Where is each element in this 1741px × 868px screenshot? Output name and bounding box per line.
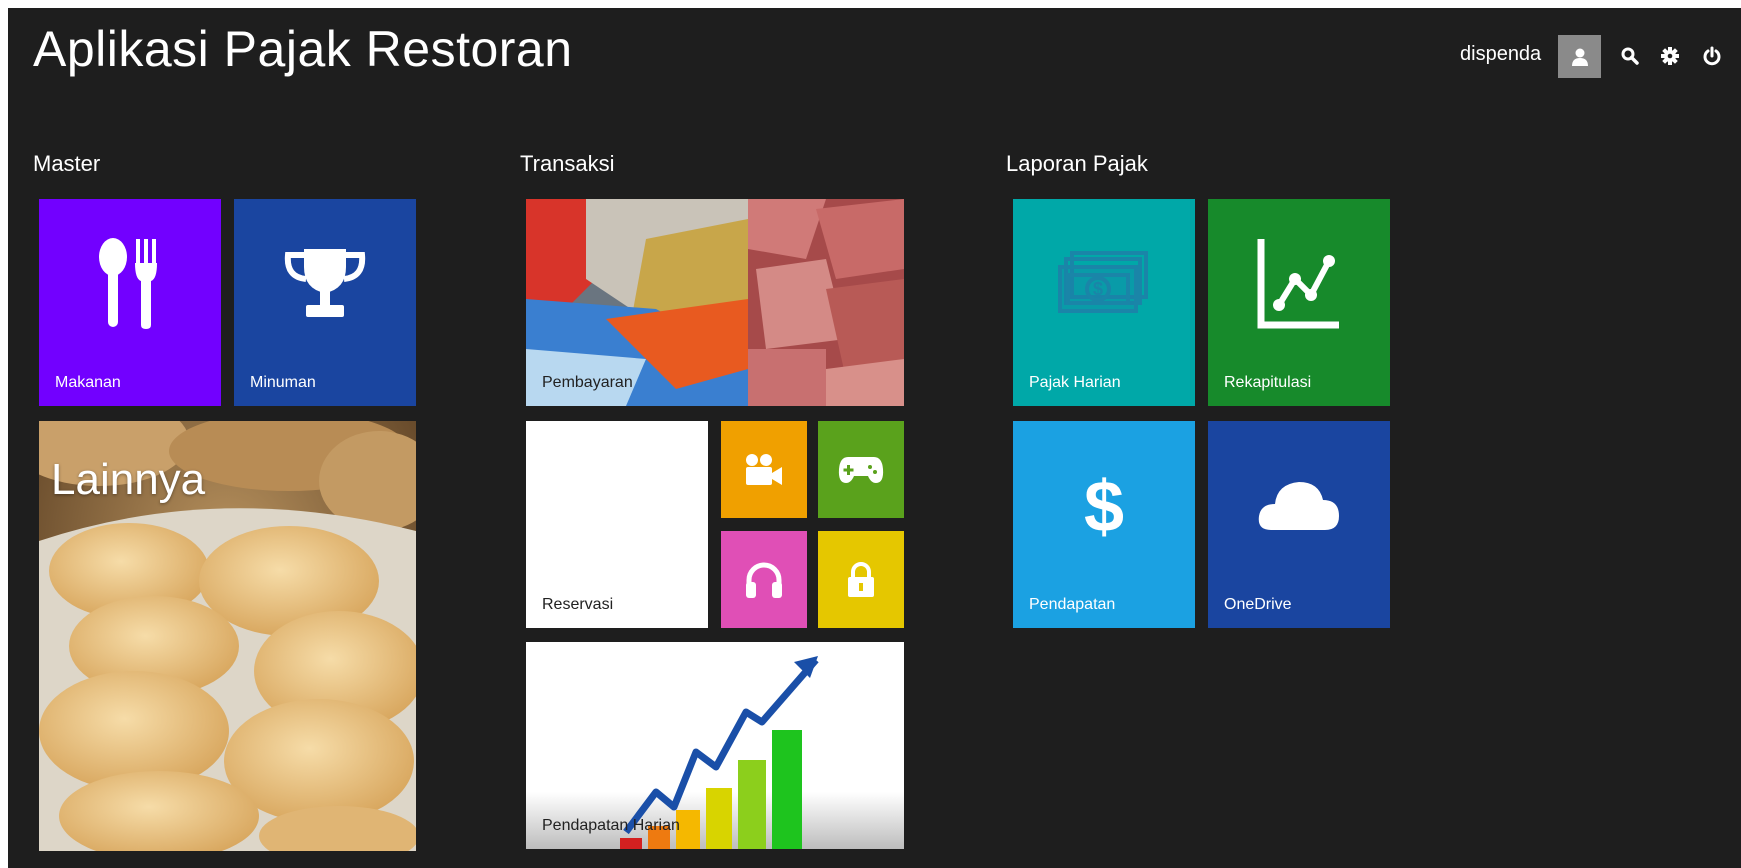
svg-text:$: $ <box>1093 279 1103 299</box>
tile-label-pendapatan-harian: Pendapatan Harian <box>542 817 680 834</box>
power-icon <box>1702 46 1722 66</box>
headphones-icon <box>721 531 807 628</box>
tile-games[interactable] <box>818 421 904 518</box>
search-button[interactable] <box>1612 38 1648 74</box>
video-camera-icon <box>721 421 807 518</box>
tile-label-minuman: Minuman <box>250 374 316 391</box>
tile-minuman[interactable]: Minuman <box>234 199 416 406</box>
svg-text:$: $ <box>1084 467 1124 545</box>
tile-label-pajak-harian: Pajak Harian <box>1029 374 1121 391</box>
tile-label-reservasi: Reservasi <box>542 596 614 613</box>
tile-label-makanan: Makanan <box>55 374 121 391</box>
tile-label-rekapitulasi: Rekapitulasi <box>1224 374 1312 391</box>
tile-reservasi[interactable]: Reservasi <box>526 421 708 628</box>
user-icon <box>1558 35 1601 78</box>
tile-pendapatan-harian[interactable]: Pendapatan Harian <box>526 642 904 849</box>
tile-lock[interactable] <box>818 531 904 628</box>
tile-label-onedrive: OneDrive <box>1224 596 1292 613</box>
tile-rekapitulasi[interactable]: Rekapitulasi <box>1208 199 1390 406</box>
tile-onedrive[interactable]: OneDrive <box>1208 421 1390 628</box>
group-title-transaksi: Transaksi <box>520 151 615 176</box>
tile-pajak-harian[interactable]: $ Pajak Harian <box>1013 199 1195 406</box>
start-screen: Aplikasi Pajak Restoran dispenda Master … <box>8 8 1741 868</box>
fork-spoon-icon <box>39 199 221 366</box>
group-title-master: Master <box>33 151 101 176</box>
settings-button[interactable] <box>1652 38 1688 74</box>
tile-music[interactable] <box>721 531 807 628</box>
tile-label-pendapatan: Pendapatan <box>1029 596 1116 613</box>
tile-pendapatan[interactable]: $ Pendapatan <box>1013 421 1195 628</box>
tile-pembayaran[interactable]: Pembayaran <box>526 199 904 406</box>
money-icon: $ <box>1013 199 1195 366</box>
user-name[interactable]: dispenda <box>1460 43 1541 66</box>
tile-label-pembayaran: Pembayaran <box>542 374 633 391</box>
tile-makanan[interactable]: Makanan <box>39 199 221 406</box>
lock-icon <box>818 531 904 628</box>
avatar[interactable] <box>1558 35 1601 78</box>
app-title: Aplikasi Pajak Restoran <box>33 21 573 77</box>
search-icon <box>1620 46 1640 66</box>
tile-label-lainnya: Lainnya <box>51 455 206 504</box>
group-title-laporan: Laporan Pajak <box>1006 151 1148 176</box>
trophy-icon <box>234 199 416 366</box>
power-button[interactable] <box>1694 38 1730 74</box>
dollar-icon: $ <box>1013 421 1195 588</box>
tile-lainnya[interactable]: Lainnya <box>39 421 416 851</box>
tile-video[interactable] <box>721 421 807 518</box>
cloud-icon <box>1208 421 1390 588</box>
line-chart-icon <box>1208 199 1390 366</box>
gear-icon <box>1660 46 1680 66</box>
gamepad-icon <box>818 421 904 518</box>
